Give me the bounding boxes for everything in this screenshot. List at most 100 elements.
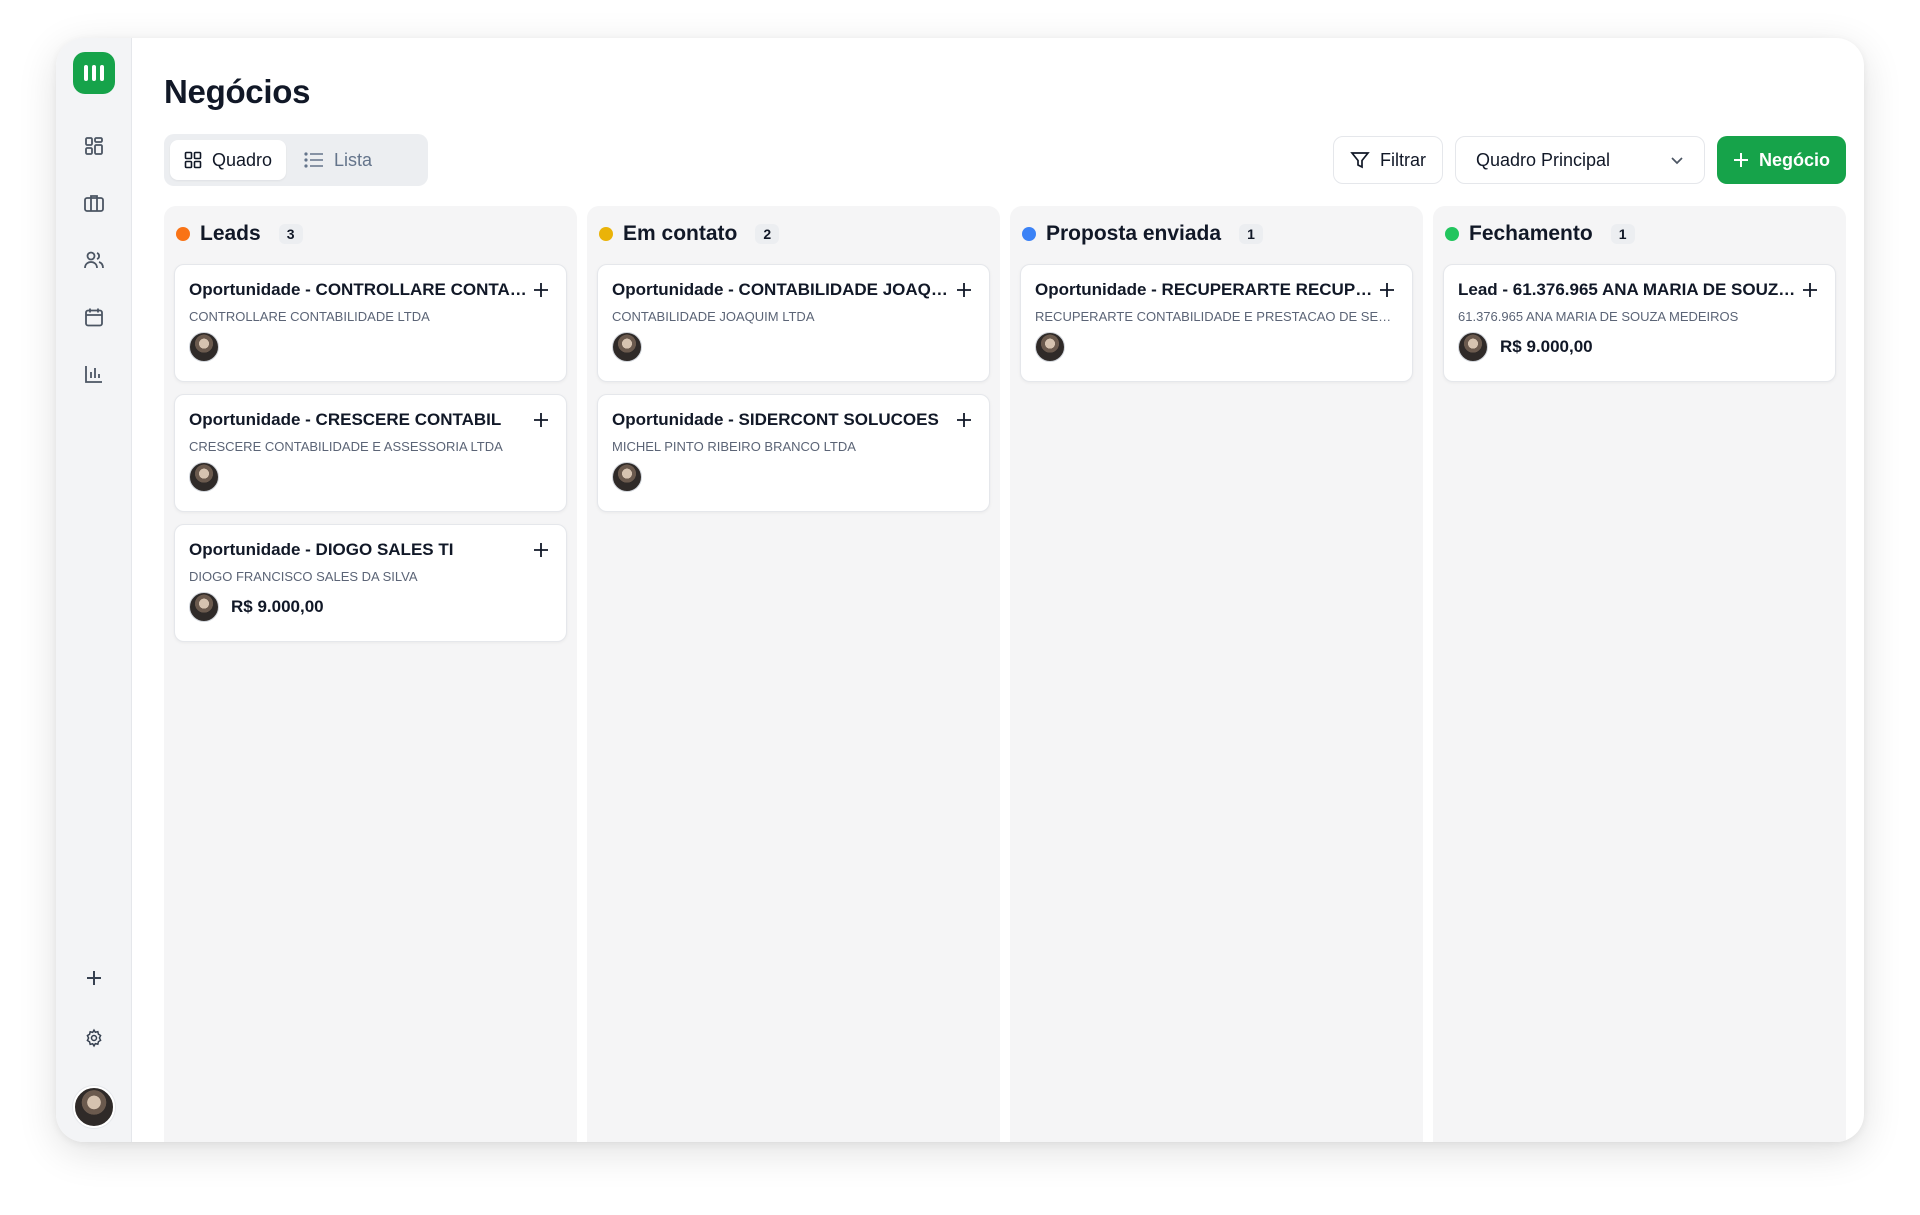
deal-title: Oportunidade - CRESCERE CONTABIL bbox=[189, 410, 502, 429]
grid-icon bbox=[184, 151, 202, 169]
column-count: 1 bbox=[1239, 224, 1263, 244]
deal-title: Oportunidade - CONTROLLARE CONTABILIDADE… bbox=[189, 280, 529, 299]
deal-card[interactable]: Oportunidade - SIDERCONT SOLUCOES MICHEL… bbox=[597, 394, 990, 512]
card-footer bbox=[189, 332, 552, 362]
deal-card[interactable]: Oportunidade - CONTABILIDADE JOAQUIM LTD… bbox=[597, 264, 990, 382]
owner-avatar bbox=[189, 462, 219, 492]
add-icon[interactable] bbox=[1799, 279, 1821, 301]
settings-icon[interactable] bbox=[82, 1026, 106, 1050]
list-view-button[interactable]: Lista bbox=[290, 140, 386, 180]
add-icon[interactable] bbox=[953, 279, 975, 301]
column-proposta-enviada: Proposta enviada 1 Oportunidade - RECUPE… bbox=[1010, 206, 1423, 1142]
add-icon[interactable] bbox=[530, 539, 552, 561]
filter-icon bbox=[1350, 152, 1370, 169]
sidebar bbox=[56, 38, 132, 1142]
card-footer: R$ 9.000,00 bbox=[1458, 332, 1821, 362]
deal-title: Oportunidade - RECUPERARTE RECUPERACAO bbox=[1035, 280, 1375, 299]
deal-company: CONTABILIDADE JOAQUIM LTDA bbox=[612, 309, 815, 324]
users-icon[interactable] bbox=[82, 248, 106, 272]
deal-card[interactable]: Oportunidade - RECUPERARTE RECUPERACAO R… bbox=[1020, 264, 1413, 382]
owner-avatar bbox=[189, 592, 219, 622]
view-toggle: Quadro Lista bbox=[164, 134, 428, 186]
status-dot bbox=[1022, 227, 1036, 241]
card-list: Oportunidade - CONTABILIDADE JOAQUIM LTD… bbox=[597, 264, 990, 512]
toolbar-actions: Filtrar Quadro Principal Negócio bbox=[1332, 136, 1846, 184]
deal-company: CONTROLLARE CONTABILIDADE LTDA bbox=[189, 309, 430, 324]
column-header: Fechamento 1 bbox=[1443, 216, 1836, 252]
user-avatar[interactable] bbox=[72, 1086, 115, 1128]
list-view-label: Lista bbox=[334, 149, 373, 170]
deal-card[interactable]: Oportunidade - DIOGO SALES TI DIOGO FRAN… bbox=[174, 524, 567, 642]
deal-company: RECUPERARTE CONTABILIDADE E PRESTACAO DE… bbox=[1035, 309, 1395, 324]
board-select[interactable]: Quadro Principal bbox=[1454, 136, 1705, 184]
filter-label: Filtrar bbox=[1379, 149, 1426, 170]
add-icon[interactable] bbox=[953, 409, 975, 431]
card-list: Oportunidade - CONTROLLARE CONTABILIDADE… bbox=[174, 264, 567, 642]
deal-value: R$ 9.000,00 bbox=[231, 597, 324, 616]
status-dot bbox=[1445, 227, 1459, 241]
new-deal-button[interactable]: Negócio bbox=[1716, 136, 1846, 184]
chart-icon[interactable] bbox=[82, 362, 106, 386]
board-view-label: Quadro bbox=[212, 149, 273, 170]
card-list: Lead - 61.376.965 ANA MARIA DE SOUZA MED… bbox=[1443, 264, 1836, 382]
column-count: 1 bbox=[1610, 224, 1635, 244]
card-footer bbox=[1035, 332, 1398, 362]
column-title: Em contato bbox=[623, 222, 738, 245]
kanban-board: Leads 3 Oportunidade - CONTROLLARE CONTA… bbox=[164, 206, 1846, 1142]
plus-icon bbox=[1733, 153, 1748, 167]
owner-avatar bbox=[189, 332, 219, 362]
list-icon bbox=[304, 152, 324, 168]
deal-card[interactable]: Oportunidade - CONTROLLARE CONTABILIDADE… bbox=[174, 264, 567, 382]
card-footer bbox=[612, 462, 975, 492]
deal-value: R$ 9.000,00 bbox=[1500, 337, 1593, 356]
add-icon[interactable] bbox=[1376, 279, 1398, 301]
column-header: Leads 3 bbox=[174, 216, 567, 252]
column-title: Proposta enviada bbox=[1046, 222, 1222, 245]
column-title: Leads bbox=[200, 222, 261, 245]
calendar-icon[interactable] bbox=[82, 305, 106, 329]
page-title: Negócios bbox=[164, 73, 311, 110]
app-window: Negócios Quadro Lista Filtrar Quadro Pri… bbox=[56, 38, 1864, 1142]
plus-icon[interactable] bbox=[82, 966, 106, 990]
deal-company: DIOGO FRANCISCO SALES DA SILVA bbox=[189, 569, 418, 584]
column-fechamento: Fechamento 1 Lead - 61.376.965 ANA MARIA… bbox=[1433, 206, 1846, 1142]
deal-title: Oportunidade - DIOGO SALES TI bbox=[189, 540, 454, 559]
column-count: 2 bbox=[755, 224, 780, 244]
column-header: Em contato 2 bbox=[597, 216, 990, 252]
card-footer bbox=[189, 462, 552, 492]
board-view-button[interactable]: Quadro bbox=[170, 140, 287, 180]
column-em-contato: Em contato 2 Oportunidade - CONTABILIDAD… bbox=[587, 206, 1000, 1142]
app-logo-icon[interactable] bbox=[72, 52, 115, 94]
add-icon[interactable] bbox=[530, 279, 552, 301]
owner-avatar bbox=[1035, 332, 1065, 362]
deal-card[interactable]: Oportunidade - CRESCERE CONTABIL CRESCER… bbox=[174, 394, 567, 512]
deal-title: Lead - 61.376.965 ANA MARIA DE SOUZA MED… bbox=[1458, 280, 1798, 299]
card-footer: R$ 9.000,00 bbox=[189, 592, 552, 622]
filter-button[interactable]: Filtrar bbox=[1332, 136, 1443, 184]
column-count: 3 bbox=[278, 224, 303, 244]
card-footer bbox=[612, 332, 975, 362]
status-dot bbox=[176, 227, 190, 241]
board-select-value: Quadro Principal bbox=[1475, 149, 1611, 170]
column-title: Fechamento bbox=[1469, 222, 1593, 245]
sidebar-nav bbox=[82, 134, 106, 386]
deal-company: 61.376.965 ANA MARIA DE SOUZA MEDEIROS bbox=[1458, 309, 1739, 324]
dashboard-icon[interactable] bbox=[82, 134, 106, 158]
deal-card[interactable]: Lead - 61.376.965 ANA MARIA DE SOUZA MED… bbox=[1443, 264, 1836, 382]
card-list: Oportunidade - RECUPERARTE RECUPERACAO R… bbox=[1020, 264, 1413, 382]
briefcase-icon[interactable] bbox=[82, 191, 106, 215]
deal-company: MICHEL PINTO RIBEIRO BRANCO LTDA bbox=[612, 439, 856, 454]
column-leads: Leads 3 Oportunidade - CONTROLLARE CONTA… bbox=[164, 206, 577, 1142]
new-deal-label: Negócio bbox=[1758, 149, 1830, 170]
sidebar-bottom bbox=[56, 966, 131, 1128]
owner-avatar bbox=[612, 332, 642, 362]
toolbar: Quadro Lista Filtrar Quadro Principal Ne… bbox=[164, 134, 1846, 186]
deal-title: Oportunidade - CONTABILIDADE JOAQUIM LTD… bbox=[612, 280, 952, 299]
main-content: Negócios Quadro Lista Filtrar Quadro Pri… bbox=[132, 38, 1864, 1142]
status-dot bbox=[599, 227, 613, 241]
owner-avatar bbox=[1458, 332, 1488, 362]
chevron-down-icon bbox=[1671, 157, 1683, 165]
column-header: Proposta enviada 1 bbox=[1020, 216, 1413, 252]
deal-title: Oportunidade - SIDERCONT SOLUCOES bbox=[612, 410, 939, 429]
add-icon[interactable] bbox=[530, 409, 552, 431]
